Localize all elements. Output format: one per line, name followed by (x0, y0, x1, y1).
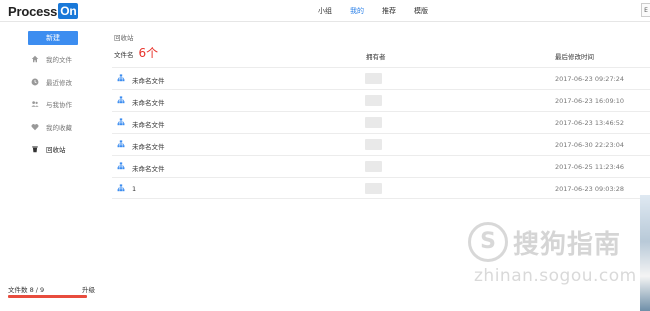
nav-item-mine[interactable]: 我的 (350, 6, 364, 16)
side-photo-strip (640, 195, 650, 311)
sidebar-item-label: 最近修改 (46, 79, 72, 87)
column-header-name[interactable]: 文件名 6个 (114, 47, 158, 59)
file-count-annotation: 6个 (138, 46, 159, 60)
table-row[interactable]: 1 2017-06-23 09:03:28 (112, 177, 650, 199)
file-modified-time: 2017-06-23 16:09:10 (555, 97, 625, 105)
sidebar: 新建 我的文件 最近修改 与我协作 我的收藏 回收站 (0, 22, 100, 311)
processon-logo[interactable]: Process On (8, 3, 79, 19)
corner-menu-button[interactable]: E (641, 3, 650, 17)
clock-icon (30, 78, 39, 87)
table-row[interactable]: 未命名文件 2017-06-25 11:23:46 (112, 155, 650, 177)
new-button[interactable]: 新建 (28, 31, 78, 45)
watermark-text: 搜狗指南 (513, 229, 622, 260)
sogou-watermark: S 搜狗指南 (468, 222, 621, 262)
file-name[interactable]: 未命名文件 (132, 97, 165, 107)
home-icon (30, 55, 39, 64)
nav-item-recommend[interactable]: 推荐 (382, 6, 396, 16)
sidebar-item-shared[interactable]: 与我协作 (30, 98, 72, 110)
nav-item-templates[interactable]: 模版 (414, 6, 428, 16)
table-row[interactable]: 未命名文件 2017-06-23 09:27:24 (112, 67, 650, 89)
flowchart-file-icon (117, 74, 125, 82)
sidebar-item-my-files[interactable]: 我的文件 (30, 53, 72, 65)
file-modified-time: 2017-06-25 11:23:46 (555, 163, 625, 171)
file-list: 未命名文件 2017-06-23 09:27:24 未命名文件 2017-06-… (112, 67, 650, 199)
file-modified-time: 2017-06-30 22:23:04 (555, 141, 625, 149)
flowchart-file-icon (117, 162, 125, 170)
owner-avatar (365, 183, 382, 194)
flowchart-file-icon (117, 96, 125, 104)
sidebar-item-label: 我的收藏 (46, 124, 72, 132)
file-name[interactable]: 未命名文件 (132, 119, 165, 129)
top-nav: 小组 我的 推荐 模版 (318, 0, 446, 22)
sidebar-item-label: 我的文件 (46, 56, 72, 64)
owner-avatar (365, 161, 382, 172)
file-name[interactable]: 未命名文件 (132, 75, 165, 85)
flowchart-file-icon (117, 118, 125, 126)
watermark-logo-glyph: S (480, 229, 496, 254)
sidebar-item-recent[interactable]: 最近修改 (30, 76, 72, 88)
file-name[interactable]: 未命名文件 (132, 141, 165, 151)
logo-text: Process (8, 3, 58, 19)
table-row[interactable]: 未命名文件 2017-06-23 16:09:10 (112, 89, 650, 111)
file-modified-time: 2017-06-23 13:46:52 (555, 119, 625, 127)
file-name[interactable]: 1 (132, 185, 136, 193)
file-modified-time: 2017-06-23 09:03:28 (555, 185, 625, 193)
owner-avatar (365, 73, 382, 84)
sogou-logo-icon: S (468, 222, 508, 262)
watermark-url: zhinan.sogou.com (474, 266, 637, 286)
owner-avatar (365, 139, 382, 150)
people-icon (30, 100, 39, 109)
table-row[interactable]: 未命名文件 2017-06-23 13:46:52 (112, 111, 650, 133)
file-name[interactable]: 未命名文件 (132, 163, 165, 173)
sidebar-item-trash[interactable]: 回收站 (30, 143, 66, 155)
sidebar-item-favorites[interactable]: 我的收藏 (30, 121, 72, 133)
table-row[interactable]: 未命名文件 2017-06-30 22:23:04 (112, 133, 650, 155)
breadcrumb: 回收站 (114, 34, 134, 42)
nav-item-groups[interactable]: 小组 (318, 6, 332, 16)
file-usage-bar (8, 295, 87, 298)
column-name-label: 文件名 (114, 51, 134, 59)
logo-badge: On (58, 3, 79, 19)
column-header-modified-time[interactable]: 最后修改时间 (555, 51, 594, 61)
flowchart-file-icon (117, 184, 125, 192)
column-header-owner: 拥有者 (366, 53, 386, 61)
owner-avatar (365, 95, 382, 106)
file-count: 文件数 8 / 9 (8, 286, 45, 294)
sidebar-item-label: 与我协作 (46, 101, 72, 109)
sidebar-item-label: 回收站 (46, 146, 66, 154)
heart-icon (30, 123, 39, 132)
file-modified-time: 2017-06-23 09:27:24 (555, 75, 625, 83)
flowchart-file-icon (117, 140, 125, 148)
trash-icon (30, 145, 39, 154)
upgrade-link[interactable]: 升级 (82, 284, 95, 294)
top-bar: Process On 小组 我的 推荐 模版 E (0, 0, 650, 22)
owner-avatar (365, 117, 382, 128)
